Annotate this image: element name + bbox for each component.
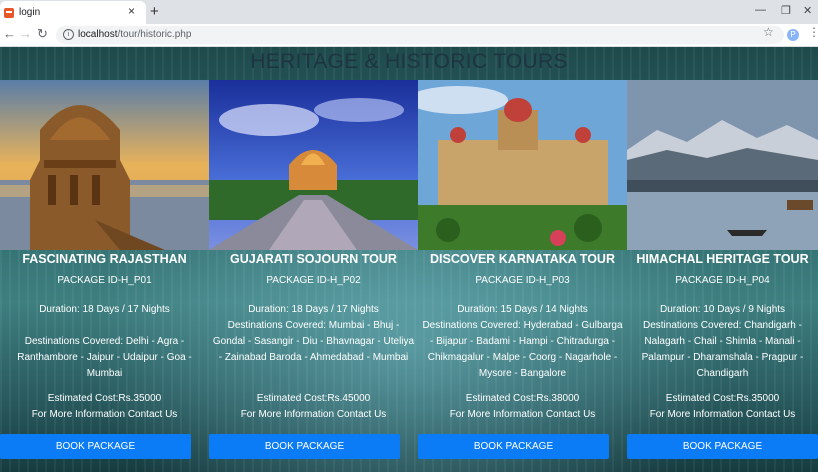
package-destinations: Destinations Covered: Delhi - Agra - Ran… — [17, 336, 192, 379]
package-id: PACKAGE ID-H_P03 — [475, 275, 570, 286]
karnataka-image — [418, 80, 627, 250]
address-bar[interactable]: i localhost/tour/historic.php — [56, 26, 784, 44]
package-name: FASCINATING RAJASTHAN — [22, 252, 187, 266]
package-cost: Estimated Cost:Rs.38000 — [465, 393, 580, 404]
browser-toolbar: ← → ↻ i localhost/tour/historic.php — [0, 24, 818, 47]
package-duration: Duration: 10 Days / 9 Nights — [659, 304, 786, 315]
book-package-button[interactable]: BOOK PACKAGE — [418, 434, 609, 459]
minimize-icon[interactable]: — — [755, 4, 766, 16]
contact-us-text: For More Information Contact Us — [649, 409, 796, 420]
browser-tab-bar: login × + — ❐ ✕ — [0, 0, 818, 24]
back-icon[interactable]: ← — [3, 26, 16, 41]
package-duration: Duration: 18 Days / 17 Nights — [39, 304, 170, 315]
package-cost: Estimated Cost:Rs.35000 — [665, 393, 780, 404]
package-destinations: Destinations Covered: Mumbai - Bhuj - Go… — [212, 320, 415, 363]
package-card: DISCOVER KARNATAKA TOUR PACKAGE ID-H_P03… — [418, 80, 627, 472]
info-icon[interactable]: i — [63, 29, 74, 40]
package-duration: Duration: 15 Days / 14 Nights — [457, 304, 588, 315]
package-name: DISCOVER KARNATAKA TOUR — [430, 252, 615, 266]
favicon-icon — [4, 8, 14, 18]
contact-us-text: For More Information Contact Us — [31, 409, 178, 420]
tab-close-icon[interactable]: × — [128, 4, 135, 18]
page-content: HERITAGE & HISTORIC TOURS FASCINATING RA… — [0, 47, 818, 472]
contact-us-text: For More Information Contact Us — [240, 409, 387, 420]
bookmark-star-icon[interactable]: ☆ — [763, 25, 774, 39]
tab-title: login — [19, 7, 41, 18]
browser-tab[interactable]: login × — [0, 1, 146, 24]
package-id: PACKAGE ID-H_P02 — [266, 275, 361, 286]
package-card: GUJARATI SOJOURN TOUR PACKAGE ID-H_P02 D… — [209, 80, 418, 472]
menu-icon[interactable]: ⋮ — [808, 25, 818, 39]
forward-icon[interactable]: → — [19, 26, 32, 41]
window-close-icon[interactable]: ✕ — [803, 4, 812, 17]
profile-avatar[interactable]: P — [787, 29, 799, 41]
package-cost: Estimated Cost:Rs.45000 — [256, 393, 371, 404]
page-title: HERITAGE & HISTORIC TOURS — [250, 50, 568, 73]
url-text: localhost/tour/historic.php — [78, 29, 192, 40]
package-destinations: Destinations Covered: Chandigarh - Nalag… — [641, 320, 804, 379]
package-duration: Duration: 18 Days / 17 Nights — [248, 304, 379, 315]
package-card: HIMACHAL HERITAGE TOUR PACKAGE ID-H_P04 … — [627, 80, 818, 472]
package-id: PACKAGE ID-H_P01 — [57, 275, 152, 286]
book-package-button[interactable]: BOOK PACKAGE — [627, 434, 818, 459]
contact-us-text: For More Information Contact Us — [449, 409, 596, 420]
rajasthan-image — [0, 80, 209, 250]
reload-icon[interactable]: ↻ — [37, 26, 48, 42]
gujarat-image — [209, 80, 418, 250]
book-package-button[interactable]: BOOK PACKAGE — [0, 434, 191, 459]
package-card: FASCINATING RAJASTHAN PACKAGE ID-H_P01 D… — [0, 80, 209, 472]
package-name: GUJARATI SOJOURN TOUR — [230, 252, 397, 266]
package-name: HIMACHAL HERITAGE TOUR — [636, 252, 809, 266]
himachal-image — [627, 80, 818, 250]
book-package-button[interactable]: BOOK PACKAGE — [209, 434, 400, 459]
restore-icon[interactable]: ❐ — [781, 4, 791, 17]
new-tab-icon[interactable]: + — [150, 3, 159, 20]
package-destinations: Destinations Covered: Hyderabad - Gulbar… — [422, 320, 623, 379]
package-cost: Estimated Cost:Rs.35000 — [47, 393, 162, 404]
package-id: PACKAGE ID-H_P04 — [675, 275, 770, 286]
